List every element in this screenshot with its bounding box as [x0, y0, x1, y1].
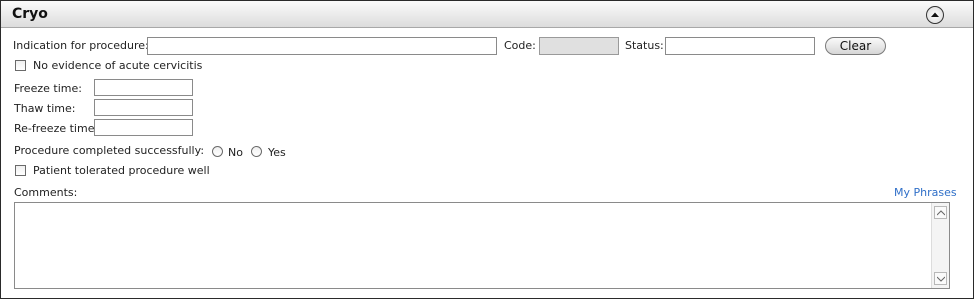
no-evidence-checkbox[interactable] [15, 60, 26, 71]
panel-title: Cryo [12, 6, 48, 22]
comments-label: Comments: [14, 186, 78, 199]
status-input[interactable] [665, 37, 815, 55]
freeze-time-input[interactable] [94, 79, 193, 96]
indication-input[interactable] [147, 37, 497, 55]
code-label: Code: [504, 39, 536, 52]
my-phrases-link[interactable]: My Phrases [894, 186, 957, 199]
procedure-completed-yes-label: Yes [268, 146, 286, 159]
indication-label: Indication for procedure: [13, 39, 149, 52]
status-label: Status: [625, 39, 664, 52]
procedure-completed-no-label: No [228, 146, 243, 159]
thaw-time-label: Thaw time: [14, 102, 76, 115]
scroll-up-button[interactable] [934, 206, 947, 219]
comments-textarea[interactable] [15, 203, 931, 288]
freeze-time-label: Freeze time: [14, 82, 82, 95]
refreeze-time-label: Re-freeze time: [14, 122, 99, 135]
patient-tolerated-label: Patient tolerated procedure well [33, 164, 210, 177]
chevron-up-circle-icon [931, 12, 939, 17]
refreeze-time-input[interactable] [94, 119, 193, 136]
patient-tolerated-checkbox[interactable] [15, 165, 26, 176]
panel-header: Cryo [1, 1, 973, 28]
comments-scrollbar[interactable] [931, 203, 949, 288]
comments-box [14, 202, 950, 289]
procedure-completed-no-radio[interactable] [212, 146, 223, 157]
procedure-completed-label: Procedure completed successfully: [14, 144, 205, 157]
arrow-up-icon [936, 209, 945, 215]
clear-button[interactable]: Clear [825, 37, 886, 55]
collapse-button[interactable] [926, 6, 944, 24]
no-evidence-label: No evidence of acute cervicitis [33, 59, 203, 72]
arrow-down-icon [936, 276, 945, 282]
cryo-panel: Cryo Indication for procedure: Code: Sta… [0, 0, 974, 299]
code-field [539, 37, 619, 55]
thaw-time-input[interactable] [94, 99, 193, 116]
procedure-completed-yes-radio[interactable] [251, 146, 262, 157]
scroll-down-button[interactable] [934, 272, 947, 285]
